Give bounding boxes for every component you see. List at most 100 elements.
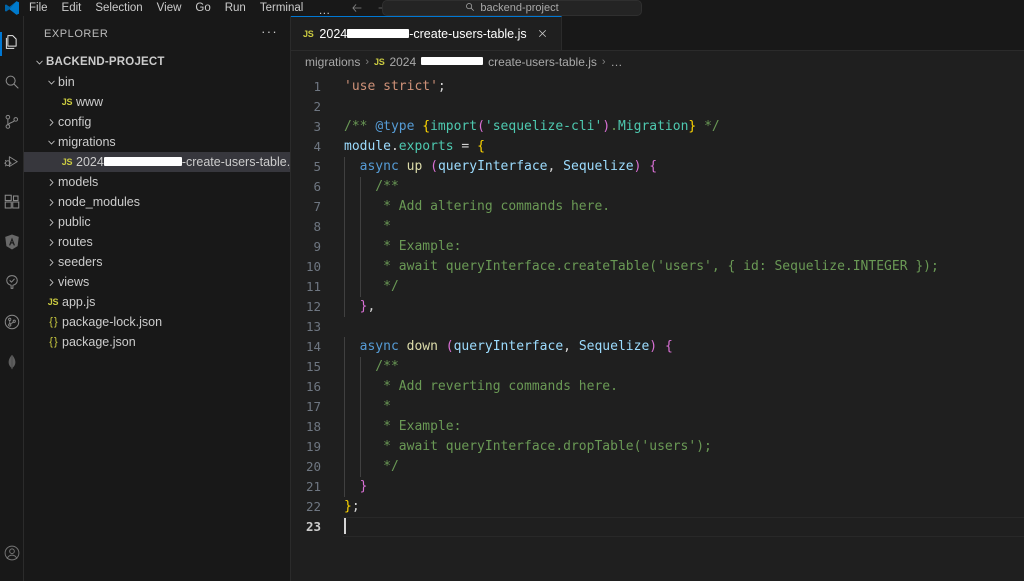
activity-bar-item-run-and-debug[interactable] [0, 144, 24, 184]
chevron-right-icon[interactable] [44, 217, 58, 228]
tree-item-views[interactable]: views [24, 272, 290, 292]
chevron-right-icon[interactable] [44, 277, 58, 288]
activity-bar-item-testing[interactable] [0, 264, 24, 304]
breadcrumb-item-migrations[interactable]: migrations [305, 55, 360, 69]
chevron-down-icon[interactable] [44, 77, 58, 88]
code-line[interactable]: 19 * await queryInterface.dropTable('use… [291, 437, 1024, 457]
chevron-right-icon[interactable] [44, 197, 58, 208]
menu-item-selection[interactable]: Selection [88, 1, 149, 16]
code-line[interactable]: 2 [291, 97, 1024, 117]
code-token: ( [477, 119, 485, 134]
code-line[interactable]: 23 [291, 517, 1024, 537]
tree-item-models[interactable]: models [24, 172, 290, 192]
activity-bar-bottom [0, 535, 24, 581]
menu-item-view[interactable]: View [150, 1, 189, 16]
code-line-content: * [343, 217, 1024, 237]
code-line[interactable]: 10 * await queryInterface.createTable('u… [291, 257, 1024, 277]
code-line[interactable]: 7 * Add altering commands here. [291, 197, 1024, 217]
activity-bar-item-accounts[interactable] [0, 535, 24, 575]
tree-item-seeders[interactable]: seeders [24, 252, 290, 272]
code-token: exports [398, 139, 454, 154]
account-icon [3, 544, 21, 567]
code-line-content: */ [343, 457, 1024, 477]
tree-item-routes[interactable]: routes [24, 232, 290, 252]
code-line[interactable]: 12 }, [291, 297, 1024, 317]
activity-bar-item-extensions[interactable] [0, 184, 24, 224]
code-line[interactable]: 15 /** [291, 357, 1024, 377]
indent-guide [344, 237, 345, 257]
breadcrumb-item-file[interactable]: JS 2024 create-users-table.js [374, 55, 597, 69]
breadcrumb-item-overflow[interactable]: … [611, 55, 623, 69]
code-token: import [430, 119, 478, 134]
code-line[interactable]: 21 } [291, 477, 1024, 497]
code-line[interactable]: 1 'use strict'; [291, 77, 1024, 97]
tree-item-www[interactable]: JS www [24, 92, 290, 112]
code-line[interactable]: 20 */ [291, 457, 1024, 477]
menu-item-edit[interactable]: Edit [55, 1, 89, 16]
arrow-left-icon[interactable] [349, 1, 365, 15]
activity-bar-item-search[interactable] [0, 64, 24, 104]
code-line[interactable]: 22}; [291, 497, 1024, 517]
tree-item-package-json[interactable]: { } package.json [24, 332, 290, 352]
indent-guide [344, 297, 345, 317]
tree-item-label: BACKEND-PROJECT [46, 56, 165, 68]
code-line[interactable]: 16 * Add reverting commands here. [291, 377, 1024, 397]
menu-item-go[interactable]: Go [188, 1, 217, 16]
code-line[interactable]: 13 [291, 317, 1024, 337]
code-line[interactable]: 8 * [291, 217, 1024, 237]
close-icon[interactable] [535, 26, 551, 42]
code-line[interactable]: 4 module.exports = { [291, 137, 1024, 157]
menu-bar[interactable]: File Edit Selection View Go Run Terminal… [22, 0, 339, 16]
code-line[interactable]: 3 /** @type {import('sequelize-cli').Migr… [291, 117, 1024, 137]
tree-item-migrations[interactable]: migrations [24, 132, 290, 152]
line-number: 8 [313, 219, 321, 234]
chevron-right-icon[interactable] [44, 257, 58, 268]
tree-item-app-js[interactable]: JS app.js [24, 292, 290, 312]
code-line[interactable]: 6 /** [291, 177, 1024, 197]
line-number: 5 [313, 159, 321, 174]
code-line[interactable]: 18 * Example: [291, 417, 1024, 437]
code-editor[interactable]: 1'use strict'; 2 3/** @type {import('seque… [291, 73, 1024, 581]
breadcrumb-label-prefix: 2024 [389, 55, 417, 69]
chevron-right-icon[interactable] [44, 237, 58, 248]
line-number: 17 [305, 399, 321, 414]
code-line-content: * Example: [343, 417, 1024, 437]
tree-item-config[interactable]: config [24, 112, 290, 132]
tree-item-package-lock-json[interactable]: { } package-lock.json [24, 312, 290, 332]
activity-bar-item-angular[interactable] [0, 224, 24, 264]
explorer-actions-button[interactable]: ··· [253, 23, 286, 44]
chevron-down-icon[interactable] [44, 137, 58, 148]
activity-bar-item-mongodb[interactable] [0, 344, 24, 384]
code-token: down [406, 339, 438, 354]
activity-bar-item-git-graph[interactable] [0, 304, 24, 344]
tree-item-label: views [58, 275, 90, 289]
menu-item-terminal[interactable]: Terminal [253, 1, 310, 16]
menu-item-run[interactable]: Run [218, 1, 253, 16]
tree-item-bin[interactable]: bin [24, 72, 290, 92]
tree-item-backend-project[interactable]: BACKEND-PROJECT [24, 52, 290, 72]
command-center[interactable]: backend-project [382, 0, 642, 16]
chevron-down-icon[interactable] [32, 57, 46, 68]
activity-bar-item-explorer[interactable] [0, 24, 24, 64]
code-line[interactable]: 14 async down (queryInterface, Sequelize… [291, 337, 1024, 357]
code-line[interactable]: 17 * [291, 397, 1024, 417]
menu-item-file[interactable]: File [22, 1, 55, 16]
code-line[interactable]: 9 * Example: [291, 237, 1024, 257]
editor-tab-label: 2024 -create-users-table.js [319, 27, 526, 41]
code-token: 'use strict' [344, 79, 438, 94]
tree-item-node-modules[interactable]: node_modules [24, 192, 290, 212]
code-line[interactable]: 5 async up (queryInterface, Sequelize) { [291, 157, 1024, 177]
activity-bar-item-source-control[interactable] [0, 104, 24, 144]
chevron-right-icon[interactable] [44, 177, 58, 188]
editor-tab-migration-file[interactable]: JS 2024 -create-users-table.js [291, 16, 562, 50]
vscode-window: File Edit Selection View Go Run Terminal… [0, 0, 1024, 581]
vscode-logo-icon [0, 0, 22, 16]
chevron-right-icon[interactable] [44, 117, 58, 128]
code-line[interactable]: 11 */ [291, 277, 1024, 297]
tree-item-public[interactable]: public [24, 212, 290, 232]
code-line-content: /** [343, 177, 1024, 197]
menu-overflow-button[interactable]: … [310, 4, 339, 16]
line-number: 12 [305, 299, 321, 314]
tree-item-migration-file[interactable]: JS 2024 -create-users-table.js [24, 152, 290, 172]
